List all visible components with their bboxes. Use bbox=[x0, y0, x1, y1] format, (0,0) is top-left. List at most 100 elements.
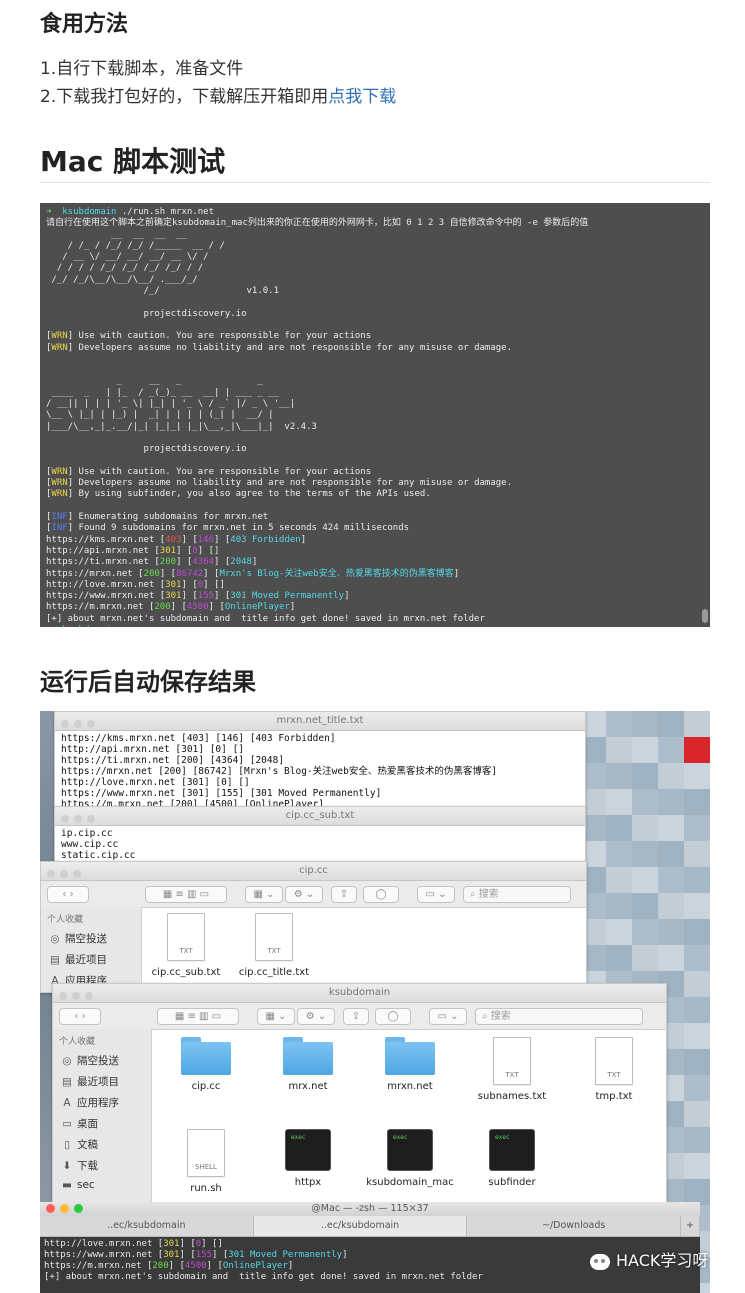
documents-icon: ▯ bbox=[64, 1139, 70, 1151]
sidebar-item[interactable]: ▭ 桌面 bbox=[53, 1113, 151, 1134]
wechat-icon bbox=[590, 1253, 610, 1270]
terminal-title: @Mac — -zsh — 115×37 bbox=[311, 1203, 429, 1214]
sidebar-item-label: 应用程序 bbox=[77, 1097, 119, 1109]
sidebar-item[interactable]: ▤ 最近项目 bbox=[41, 949, 141, 970]
file-name: cip.cc_title.txt bbox=[238, 967, 310, 978]
sidebar-item[interactable]: ⬇ 下载 bbox=[53, 1155, 151, 1176]
gear-icon[interactable]: ⚙ ⌄ bbox=[297, 1008, 335, 1025]
action-folder-icon[interactable]: ▭ ⌄ bbox=[417, 886, 455, 903]
result-row: https://www.mrxn.net [301] [155] [301 Mo… bbox=[46, 591, 350, 602]
terminal-screenshot: ➜ ksubdomain ./run.sh mrxn.net 请自行在使用这个脚… bbox=[40, 203, 710, 627]
file-item[interactable]: SHELL run.sh bbox=[161, 1129, 251, 1194]
text-line: https://ti.mrxn.net [200] [4364] [2048] bbox=[61, 755, 285, 766]
terminal-scrollbar[interactable] bbox=[702, 609, 708, 623]
gear-icon[interactable]: ⚙ ⌄ bbox=[285, 886, 323, 903]
text-file-icon: TXT bbox=[595, 1037, 633, 1085]
inf-1: Enumerating subdomains for mrxn.net bbox=[78, 512, 269, 523]
file-item[interactable]: TXT cip.cc_sub.txt bbox=[141, 913, 231, 978]
downloads-icon: ⬇ bbox=[62, 1160, 72, 1172]
download-link[interactable]: 点我下载 bbox=[328, 87, 396, 107]
action-folder-icon[interactable]: ▭ ⌄ bbox=[429, 1008, 467, 1025]
inf-2: Found 9 subdomains for mrxn.net in 5 sec… bbox=[78, 523, 410, 534]
file-item[interactable]: cip.cc bbox=[161, 1037, 251, 1092]
done-line: [+] about mrxn.net's subdomain and title… bbox=[46, 613, 485, 624]
file-item[interactable]: mrxn.net bbox=[365, 1037, 455, 1092]
view-mode-buttons[interactable]: ▦ ≡ ▥ ▭ bbox=[145, 886, 227, 903]
warn-1a: Use with caution. You are responsible fo… bbox=[78, 331, 372, 342]
view-mode-buttons[interactable]: ▦ ≡ ▥ ▭ bbox=[157, 1008, 239, 1025]
file-name: subfinder bbox=[488, 1177, 536, 1188]
wechat-watermark: HACK学习呀 bbox=[590, 1247, 708, 1271]
folder-icon bbox=[181, 1037, 231, 1075]
result-row: https://m.mrxn.net [200] [4500] [OnlineP… bbox=[46, 602, 296, 613]
terminal-tab[interactable]: ~/Downloads bbox=[467, 1216, 682, 1236]
sidebar-item[interactable]: A 应用程序 bbox=[53, 1092, 151, 1113]
sidebar-item[interactable]: ◎ 隔空投送 bbox=[41, 928, 141, 949]
file-item[interactable]: mrx.net bbox=[263, 1037, 353, 1092]
prompt-arrow: ➜ bbox=[46, 207, 52, 217]
tag-icon[interactable]: ◯ bbox=[375, 1008, 411, 1025]
window-titlebar: cip.cc bbox=[41, 862, 586, 881]
text-content: ip.cip.cc www.cip.cc static.cip.cc bbox=[55, 826, 585, 863]
wrn-tag: WRN bbox=[51, 331, 68, 342]
window-titlebar: cip.cc_sub.txt bbox=[55, 807, 585, 826]
prompt-dir: ksubdomain bbox=[62, 625, 116, 627]
arrange-button[interactable]: ▦ ⌄ bbox=[257, 1008, 295, 1025]
search-icon: ⌕ bbox=[470, 889, 479, 900]
result-row: http://api.mrxn.net [301] [0] [] bbox=[46, 545, 220, 556]
new-tab-button[interactable]: + bbox=[681, 1216, 701, 1236]
terminal-tab[interactable]: ..ec/ksubdomain bbox=[253, 1216, 468, 1236]
step-2-text: 2.下载我打包好的，下载解压开箱即用点我下载 bbox=[40, 84, 396, 110]
warn-2a: Use with caution. You are responsible fo… bbox=[78, 466, 372, 477]
back-forward-buttons[interactable]: ‹ › bbox=[47, 886, 89, 903]
folder-icon bbox=[283, 1037, 333, 1075]
sidebar-header: 个人收藏 bbox=[59, 1037, 96, 1047]
section-heading-usage: 食用方法 bbox=[40, 12, 129, 37]
text-line: http://love.mrxn.net [301] [0] [] bbox=[61, 777, 250, 788]
file-item[interactable]: TXT cip.cc_title.txt bbox=[229, 913, 319, 978]
sidebar-item-label: 隔空投送 bbox=[77, 1055, 119, 1067]
sidebar-item[interactable]: ▯ 文稿 bbox=[53, 1134, 151, 1155]
file-item[interactable]: exec subfinder bbox=[467, 1129, 557, 1188]
text-line: https://mrxn.net [200] [86742] [Mrxn's B… bbox=[61, 766, 498, 777]
executable-icon: exec bbox=[285, 1129, 331, 1171]
sidebar-item-label: 隔空投送 bbox=[65, 933, 107, 945]
text-line: static.cip.cc bbox=[61, 850, 136, 861]
wrn-tag: WRN bbox=[51, 478, 68, 489]
result-row: http://love.mrxn.net [301] [0] [] bbox=[46, 579, 225, 590]
airdrop-icon: ◎ bbox=[62, 1055, 72, 1067]
step-1-text: 1.自行下载脚本，准备文件 bbox=[40, 59, 244, 79]
back-forward-buttons[interactable]: ‹ › bbox=[59, 1008, 101, 1025]
window-controls[interactable] bbox=[46, 1204, 88, 1218]
sidebar-item[interactable]: ▬ sec bbox=[53, 1176, 151, 1194]
share-icon[interactable]: ⇪ bbox=[331, 886, 357, 903]
inf-tag: INF bbox=[51, 523, 68, 534]
site-2: projectdiscovery.io bbox=[143, 444, 247, 455]
section-heading-saved-results: 运行后自动保存结果 bbox=[40, 668, 256, 696]
text-file-icon: TXT bbox=[493, 1037, 531, 1085]
version-1: v1.0.1 bbox=[246, 286, 280, 297]
file-name: mrxn.net bbox=[387, 1081, 433, 1092]
sidebar-item[interactable]: ▤ 最近项目 bbox=[53, 1071, 151, 1092]
file-item[interactable]: TXT subnames.txt bbox=[467, 1037, 557, 1102]
text-file-icon: TXT bbox=[255, 913, 293, 961]
share-icon[interactable]: ⇪ bbox=[343, 1008, 369, 1025]
tag-icon[interactable]: ◯ bbox=[363, 886, 399, 903]
file-grid: TXT cip.cc_sub.txt TXT cip.cc_title.txt bbox=[141, 907, 586, 992]
terminal-tab[interactable]: ..ec/ksubdomain bbox=[40, 1216, 254, 1236]
arrange-button[interactable]: ▦ ⌄ bbox=[245, 886, 283, 903]
file-item[interactable]: exec ksubdomain_mac bbox=[365, 1129, 455, 1188]
search-field[interactable]: ⌕ 搜索 bbox=[475, 1008, 643, 1025]
window-controls[interactable] bbox=[61, 812, 100, 830]
search-field[interactable]: ⌕ 搜索 bbox=[463, 886, 571, 903]
sidebar-item[interactable]: ◎ 隔空投送 bbox=[53, 1050, 151, 1071]
file-item[interactable]: exec httpx bbox=[263, 1129, 353, 1188]
file-grid: cip.cc mrx.net mrxn.net TXT subnames.txt TXT t… bbox=[151, 1029, 666, 1214]
file-name: subnames.txt bbox=[477, 1091, 547, 1102]
finder-window-ksubdomain: ksubdomain ‹ › ▦ ≡ ▥ ▭ ▦ ⌄ ⚙ ⌄ ⇪ ◯ ▭ ⌄ ⌕… bbox=[52, 983, 667, 1215]
file-item[interactable]: TXT tmp.txt bbox=[569, 1037, 659, 1102]
sidebar-item-label: 桌面 bbox=[77, 1118, 98, 1130]
file-name: ksubdomain_mac bbox=[366, 1177, 454, 1188]
window-controls[interactable] bbox=[61, 717, 100, 735]
site-1: projectdiscovery.io bbox=[143, 308, 247, 319]
